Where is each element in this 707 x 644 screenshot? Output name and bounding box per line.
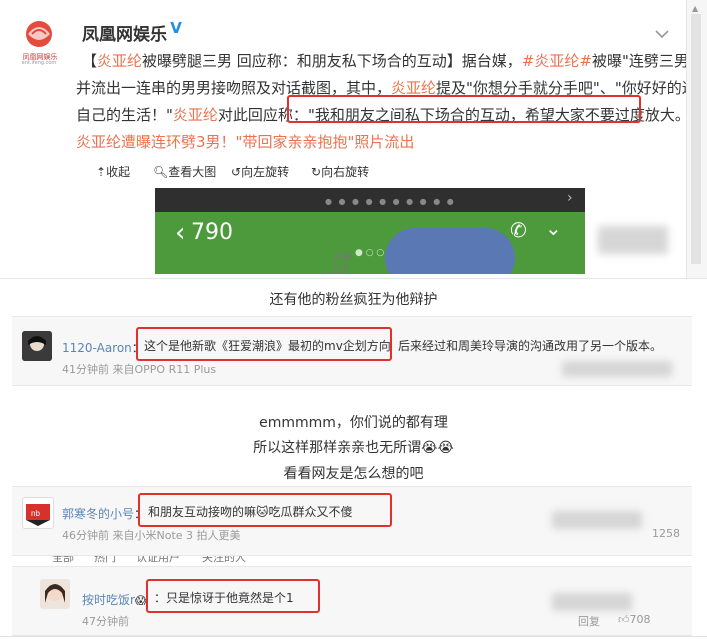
mention-link[interactable]: 炎亚纶 (173, 106, 218, 124)
blurred-watermark (552, 511, 642, 529)
comment-meta: 41分钟前 来自OPPO R11 Plus (62, 363, 217, 376)
comment-highlight-box (146, 579, 320, 613)
account-logo[interactable]: 凤凰网娱乐 ent.ifeng.com (14, 16, 64, 66)
comment-item: nb 郭寒冬的小号： 和朋友互动接吻的嘛🐱吃瓜群众又不傻 46分钟前 来自小米N… (12, 486, 692, 556)
chat-time-partial: 上午 (331, 265, 350, 274)
comment-highlight-box (136, 327, 392, 361)
chevron-down-icon[interactable] (655, 24, 669, 39)
pager-dots: ● ○ ○ (355, 248, 385, 258)
arrow-up-icon: ⇡ (96, 165, 107, 179)
comment-text-rest: 后来经过和周美玲导演的沟通改用了另一个版本。 (398, 339, 663, 353)
news-link[interactable]: 遭曝连环劈3男！"带回家亲亲抱抱"照片流出 (121, 133, 414, 151)
blurred-watermark (562, 361, 672, 377)
comment-line: 郭寒冬的小号： (62, 503, 146, 522)
chat-screenshot-header: ‹ 790 ✆ ⌄ ● ○ ○ (155, 212, 585, 274)
tab-verified[interactable]: 认证用户 (136, 556, 180, 564)
caption-emm: emmmmm，你们说的都有理 (259, 415, 448, 431)
tab-all[interactable]: 全部 (52, 556, 74, 564)
comment-tabs: 全部 热门 认证用户 关注的人 (12, 556, 692, 564)
comment-line: 按时吃饭r😱 (82, 589, 146, 608)
tab-following[interactable]: 关注的人 (202, 556, 246, 564)
blurred-watermark (552, 593, 632, 611)
comment-username[interactable]: 1120-Aaron (62, 341, 132, 355)
comment-line: 1120-Aaron： (62, 337, 144, 356)
logo-url: ent.ifeng.com (21, 60, 57, 66)
rotate-right-icon: ↻ (311, 165, 322, 179)
avatar[interactable] (22, 331, 52, 361)
scroll-thumb[interactable] (691, 14, 701, 264)
caption-netizens: 看看网友是怎么想的吧 (283, 466, 424, 482)
thumb-up-icon: 👍︎ (618, 613, 630, 626)
comment-item: 1120-Aaron： 这个是他新歌《狂爱潮浪》最初的mv企划方向 后来经过和周… (12, 316, 692, 386)
reply-button[interactable]: 回复 (578, 613, 600, 629)
caption-kiss: 所以这样那样亲亲也无所谓😭😭 (0, 437, 707, 457)
image-slider-bar: ● ● ● ● ● ● ● ● ● ● › (155, 188, 585, 212)
avatar[interactable] (40, 579, 70, 609)
post-image-preview[interactable]: ● ● ● ● ● ● ● ● ● ● › ‹ 790 ✆ ⌄ ● ○ ○ 已讀… (155, 188, 585, 274)
comment-meta: 46分钟前 来自小米Note 3 拍人更美 (62, 529, 241, 542)
collapse-button[interactable]: ⇡收起 (96, 163, 130, 180)
post-line-4: 炎亚纶遭曝连环劈3男！"带回家亲亲抱抱"照片流出 (76, 129, 682, 156)
avatar[interactable]: nb (22, 497, 54, 529)
rotate-left-button[interactable]: ↺向左旋转 (231, 163, 289, 180)
sticker-image (385, 228, 515, 274)
headline-highlight-box (82, 44, 112, 68)
post-headline: 被曝劈腿三男 回应称：和朋友私下场合的互动】据台媒， (142, 52, 522, 70)
magnifier-icon: 🔍︎ (153, 165, 169, 179)
menu-icon: ⌄ (545, 216, 562, 240)
account-name[interactable]: 凤凰网娱乐 (82, 20, 167, 45)
like-count[interactable]: 1258 (652, 527, 680, 540)
scroll-up-icon[interactable]: ▲ (692, 4, 698, 13)
comment-meta: 47分钟前 (82, 615, 129, 628)
svg-text:nb: nb (31, 509, 40, 518)
post-line-1: 【炎亚纶被曝劈腿三男 回应称：和朋友私下场合的互动】据台媒，#炎亚纶#被曝"连劈… (82, 48, 707, 75)
rotate-right-label: 向右旋转 (321, 165, 370, 179)
weibo-post-card: 凤凰网娱乐 ent.ifeng.com 凤凰网娱乐 V 【炎亚纶被曝劈腿三男 回… (0, 0, 707, 279)
quote-highlight-box (287, 95, 641, 123)
comment-highlight-box (138, 493, 392, 527)
rotate-left-label: 向左旋转 (241, 165, 290, 179)
shocked-emoji-icon: 😱 (134, 594, 147, 607)
back-arrow-icon: ‹ (175, 218, 186, 248)
blurred-watermark (598, 226, 668, 254)
comment-username[interactable]: 郭寒冬的小号 (62, 507, 134, 521)
like-count[interactable]: 👍︎708 (618, 613, 651, 626)
post-text-segment: 自己的生活！" (76, 106, 173, 124)
view-large-label: 查看大图 (168, 165, 217, 179)
next-arrow-icon[interactable]: › (567, 190, 573, 206)
scrollbar[interactable]: ▲ (686, 0, 707, 278)
mention-link[interactable]: 炎亚纶 (76, 133, 121, 151)
rotate-left-icon: ↺ (231, 165, 242, 179)
chat-unread-count: 790 (191, 220, 233, 245)
tab-hot[interactable]: 热门 (94, 556, 116, 564)
comment-list-divider (0, 636, 707, 637)
comment-username[interactable]: 按时吃饭r (82, 593, 135, 607)
view-large-button[interactable]: 🔍︎查看大图 (153, 163, 216, 180)
crying-emoji-icon: 😭😭 (421, 440, 454, 456)
comment-item: 按时吃饭r😱 ：只是惊讶于他竟然是个1 47分钟前 回复 👍︎708 (12, 566, 692, 636)
caption-kiss-text: 所以这样那样亲亲也无所谓 (253, 440, 422, 456)
rotate-right-button[interactable]: ↻向右旋转 (311, 163, 369, 180)
verified-badge-icon: V (168, 20, 184, 36)
phone-icon: ✆ (510, 218, 527, 242)
caption-fans-defend: 还有他的粉丝疯狂为他辩护 (269, 292, 438, 308)
slider-dots: ● ● ● ● ● ● ● ● ● ● (325, 197, 456, 206)
hashtag-link[interactable]: #炎亚纶# (522, 52, 592, 70)
collapse-label: 收起 (106, 165, 131, 179)
like-count-value: 708 (629, 613, 651, 626)
